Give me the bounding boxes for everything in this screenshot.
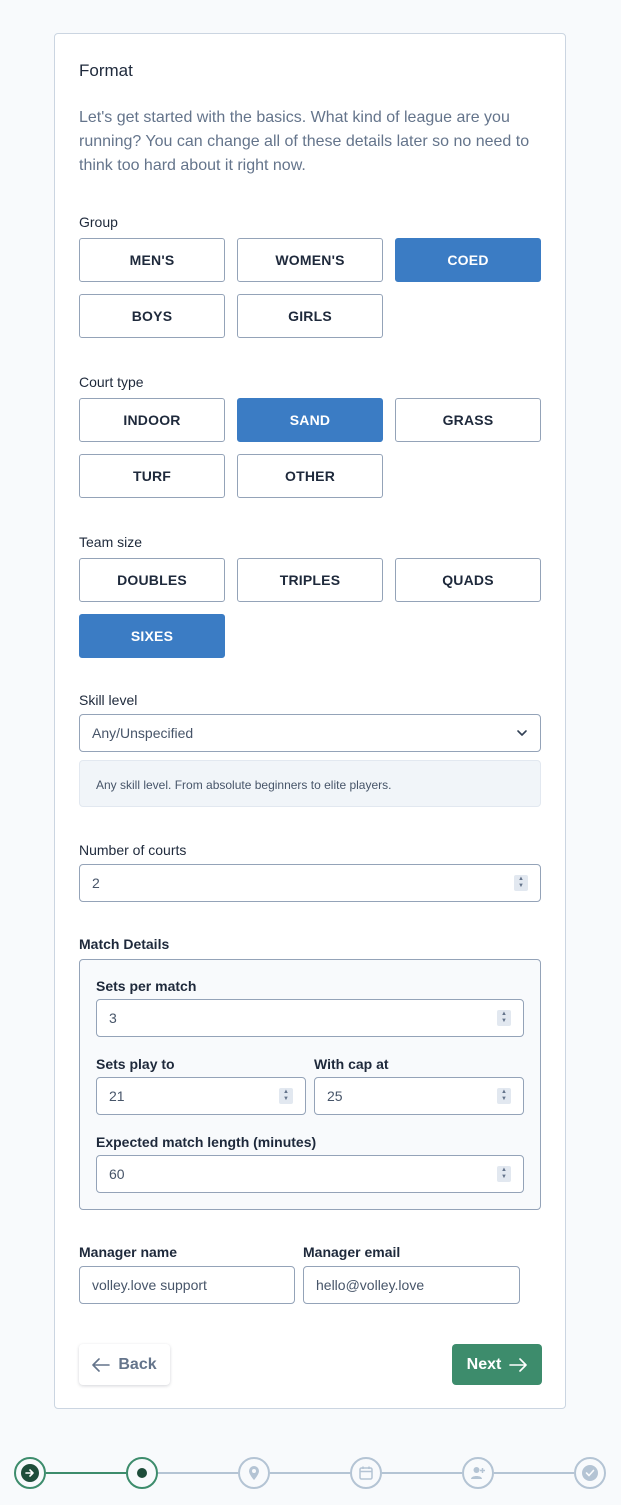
court-option-indoor[interactable]: INDOOR [79, 398, 225, 442]
group-option-girls[interactable]: GIRLS [237, 294, 383, 338]
number-spinner-icon[interactable]: ▲ ▼ [497, 1010, 511, 1026]
match-length-input[interactable]: 60 ▲ ▼ [96, 1155, 524, 1193]
sets-per-match-input[interactable]: 3 ▲ ▼ [96, 999, 524, 1037]
group-label: Group [79, 214, 118, 230]
group-option-mens[interactable]: MEN'S [79, 238, 225, 282]
courts-value: 2 [92, 875, 100, 891]
team-size-option-quads[interactable]: QUADS [395, 558, 541, 602]
step-format[interactable] [14, 1457, 46, 1489]
step-complete[interactable] [574, 1457, 606, 1489]
add-user-icon [471, 1467, 485, 1479]
arrow-right-icon [509, 1357, 528, 1372]
manager-email-input[interactable]: hello@volley.love [303, 1266, 520, 1304]
arrow-right-icon [21, 1464, 39, 1482]
format-card: Format Let's get started with the basics… [54, 33, 566, 1409]
calendar-icon [359, 1466, 373, 1480]
check-icon [582, 1465, 598, 1481]
team-size-option-sixes[interactable]: SIXES [79, 614, 225, 658]
match-length-value: 60 [109, 1166, 125, 1182]
number-spinner-icon[interactable]: ▲ ▼ [279, 1088, 293, 1104]
skill-level-description: Any skill level. From absolute beginners… [79, 760, 541, 807]
sets-play-to-value: 21 [109, 1088, 125, 1104]
team-size-label: Team size [79, 534, 143, 550]
skill-level-value: Any/Unspecified [92, 725, 194, 741]
intro-text: Let's get started with the basics. What … [79, 109, 530, 174]
sets-per-match-label: Sets per match [96, 978, 197, 994]
manager-name-input[interactable]: volley.love support [79, 1266, 295, 1304]
page-title: Format [79, 61, 133, 80]
step-connector [382, 1472, 462, 1474]
match-details-label: Match Details [79, 936, 170, 952]
manager-email-value: hello@volley.love [316, 1277, 425, 1293]
skill-level-select[interactable]: Any/Unspecified [79, 714, 541, 752]
progress-stepper [0, 1450, 621, 1496]
step-invite[interactable] [462, 1457, 494, 1489]
court-option-grass[interactable]: GRASS [395, 398, 541, 442]
cap-value: 25 [327, 1088, 343, 1104]
manager-name-label: Manager name [79, 1244, 178, 1260]
courts-input[interactable]: 2 ▲ ▼ [79, 864, 541, 902]
match-length-label: Expected match length (minutes) [96, 1134, 317, 1150]
match-details-box: Sets per match 3 ▲ ▼ Sets play to 21 ▲ ▼ W… [79, 959, 541, 1210]
number-spinner-icon[interactable]: ▲ ▼ [514, 875, 528, 891]
cap-input[interactable]: 25 ▲ ▼ [314, 1077, 524, 1115]
court-option-other[interactable]: OTHER [237, 454, 383, 498]
dot-icon [137, 1468, 147, 1478]
group-option-womens[interactable]: WOMEN'S [237, 238, 383, 282]
sets-play-to-input[interactable]: 21 ▲ ▼ [96, 1077, 306, 1115]
number-spinner-icon[interactable]: ▲ ▼ [497, 1166, 511, 1182]
team-size-option-triples[interactable]: TRIPLES [237, 558, 383, 602]
step-current[interactable] [126, 1457, 158, 1489]
manager-name-value: volley.love support [92, 1277, 207, 1293]
step-connector [158, 1472, 238, 1474]
court-option-sand[interactable]: SAND [237, 398, 383, 442]
team-size-option-doubles[interactable]: DOUBLES [79, 558, 225, 602]
group-option-boys[interactable]: BOYS [79, 294, 225, 338]
court-type-label: Court type [79, 374, 144, 390]
step-location[interactable] [238, 1457, 270, 1489]
back-button-label: Back [118, 1355, 157, 1373]
sets-play-to-label: Sets play to [96, 1056, 175, 1072]
sets-per-match-value: 3 [109, 1010, 117, 1026]
court-option-turf[interactable]: TURF [79, 454, 225, 498]
location-pin-icon [249, 1466, 259, 1480]
number-spinner-icon[interactable]: ▲ ▼ [497, 1088, 511, 1104]
next-button[interactable]: Next [452, 1344, 542, 1385]
back-button[interactable]: Back [79, 1344, 170, 1385]
next-button-label: Next [466, 1355, 502, 1373]
step-schedule[interactable] [350, 1457, 382, 1489]
manager-email-label: Manager email [303, 1244, 401, 1260]
group-option-coed[interactable]: COED [395, 238, 541, 282]
skill-level-label: Skill level [79, 692, 138, 708]
cap-label: With cap at [314, 1056, 389, 1072]
courts-label: Number of courts [79, 842, 187, 858]
step-connector [270, 1472, 350, 1474]
chevron-down-icon [517, 730, 527, 736]
step-connector [46, 1472, 126, 1474]
arrow-left-icon [92, 1357, 111, 1372]
step-connector [494, 1472, 574, 1474]
